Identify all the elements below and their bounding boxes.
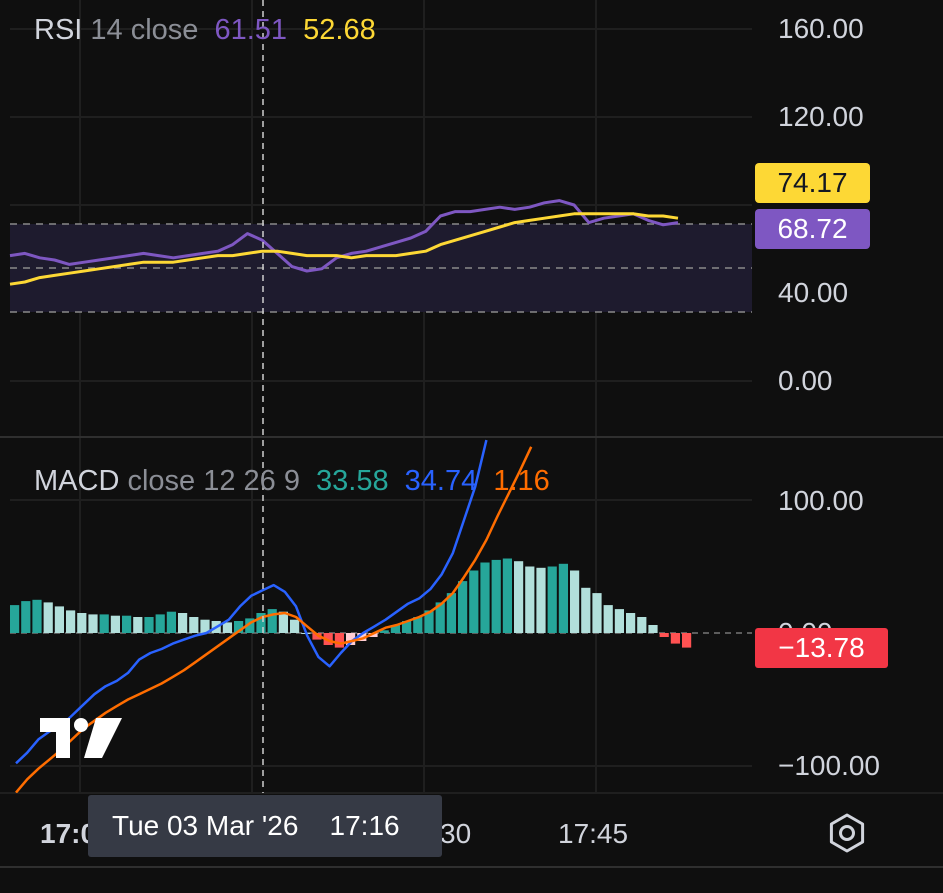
rsi-name: RSI <box>34 14 83 46</box>
macd-histogram-bar <box>648 625 658 633</box>
macd-histogram-bar <box>122 615 132 633</box>
macd-histogram-bar <box>166 611 176 633</box>
macd-histogram-bar <box>88 614 98 633</box>
macd-hist-value: 33.58 <box>316 465 389 497</box>
time-axis-label: 30 <box>440 818 472 849</box>
macd-histogram-bar <box>547 566 557 633</box>
macd-histogram-bar <box>491 559 501 633</box>
macd-histogram-bar <box>670 633 680 644</box>
time-axis-label: 17:45 <box>558 818 629 849</box>
macd-histogram-bar <box>525 566 535 633</box>
macd-histogram-bar <box>133 617 143 633</box>
macd-histogram-bar <box>592 593 602 633</box>
macd-histogram <box>10 558 692 648</box>
macd-histogram-bar <box>480 562 490 633</box>
macd-histogram-bar <box>178 613 188 633</box>
macd-axis-label: 100.00 <box>778 485 864 516</box>
macd-histogram-bar <box>514 561 524 633</box>
rsi-axis-label: 40.00 <box>778 277 849 308</box>
macd-signal-value: 1.16 <box>493 465 550 497</box>
macd-histogram-bar <box>66 610 76 633</box>
macd-price-badge: −13.78 <box>755 628 888 668</box>
macd-histogram-bar <box>603 605 613 633</box>
crosshair-time-tooltip: Tue 03 Mar '26 17:16 <box>88 795 442 857</box>
macd-histogram-bar <box>458 581 468 633</box>
macd-histogram-bar <box>570 570 580 633</box>
rsi-params: 14 close <box>90 14 199 46</box>
macd-histogram-bar <box>659 633 669 637</box>
settings-gear-icon[interactable] <box>826 812 868 854</box>
macd-histogram-bar <box>54 606 64 633</box>
macd-legend[interactable]: MACD close 12 26 9 33.58 34.74 1.16 <box>34 467 550 496</box>
macd-histogram-bar <box>32 599 42 634</box>
macd-histogram-bar <box>144 617 154 633</box>
macd-histogram-bar <box>469 570 479 633</box>
macd-histogram-bar <box>626 613 636 633</box>
rsi-legend[interactable]: RSI 14 close 61.51 52.68 <box>34 16 376 45</box>
macd-histogram-bar <box>614 609 624 633</box>
macd-histogram-bar <box>334 633 344 648</box>
crosshair-time-text: Tue 03 Mar '26 17:16 <box>112 810 400 841</box>
macd-histogram-bar <box>222 622 232 633</box>
macd-histogram-bar <box>536 567 546 633</box>
macd-histogram-bar <box>99 614 109 633</box>
rsi-axis-label: 0.00 <box>778 365 833 396</box>
tradingview-logo-icon[interactable] <box>40 718 122 758</box>
macd-histogram-bar <box>10 605 20 633</box>
macd-histogram-bar <box>110 615 120 633</box>
grid-vertical <box>79 0 597 793</box>
rsi-axis-label: 120.00 <box>778 101 864 132</box>
macd-histogram-bar <box>558 563 568 633</box>
rsi-axis-label: 160.00 <box>778 13 864 44</box>
macd-histogram-bar <box>682 633 692 648</box>
rsi-price-badge: 68.72 <box>755 209 870 249</box>
macd-histogram-bar <box>637 617 647 633</box>
macd-histogram-bar <box>502 558 512 633</box>
rsi-ma-price-badge: 74.17 <box>755 163 870 203</box>
macd-histogram-bar <box>155 614 165 633</box>
macd-histogram-bar <box>189 617 199 633</box>
grid-horizontal <box>10 28 752 767</box>
macd-axis-label: −100.00 <box>778 750 880 781</box>
macd-histogram-bar <box>267 609 277 633</box>
macd-histogram-bar <box>43 602 53 633</box>
macd-histogram-bar <box>21 601 31 633</box>
macd-histogram-bar <box>77 613 87 633</box>
rsi-ma-value: 52.68 <box>303 14 376 46</box>
macd-name: MACD <box>34 465 120 497</box>
macd-histogram-bar <box>290 619 300 633</box>
macd-histogram-bar <box>581 587 591 633</box>
macd-value: 34.74 <box>404 465 478 497</box>
macd-params: close 12 26 9 <box>127 465 300 497</box>
rsi-value: 61.51 <box>214 14 288 46</box>
